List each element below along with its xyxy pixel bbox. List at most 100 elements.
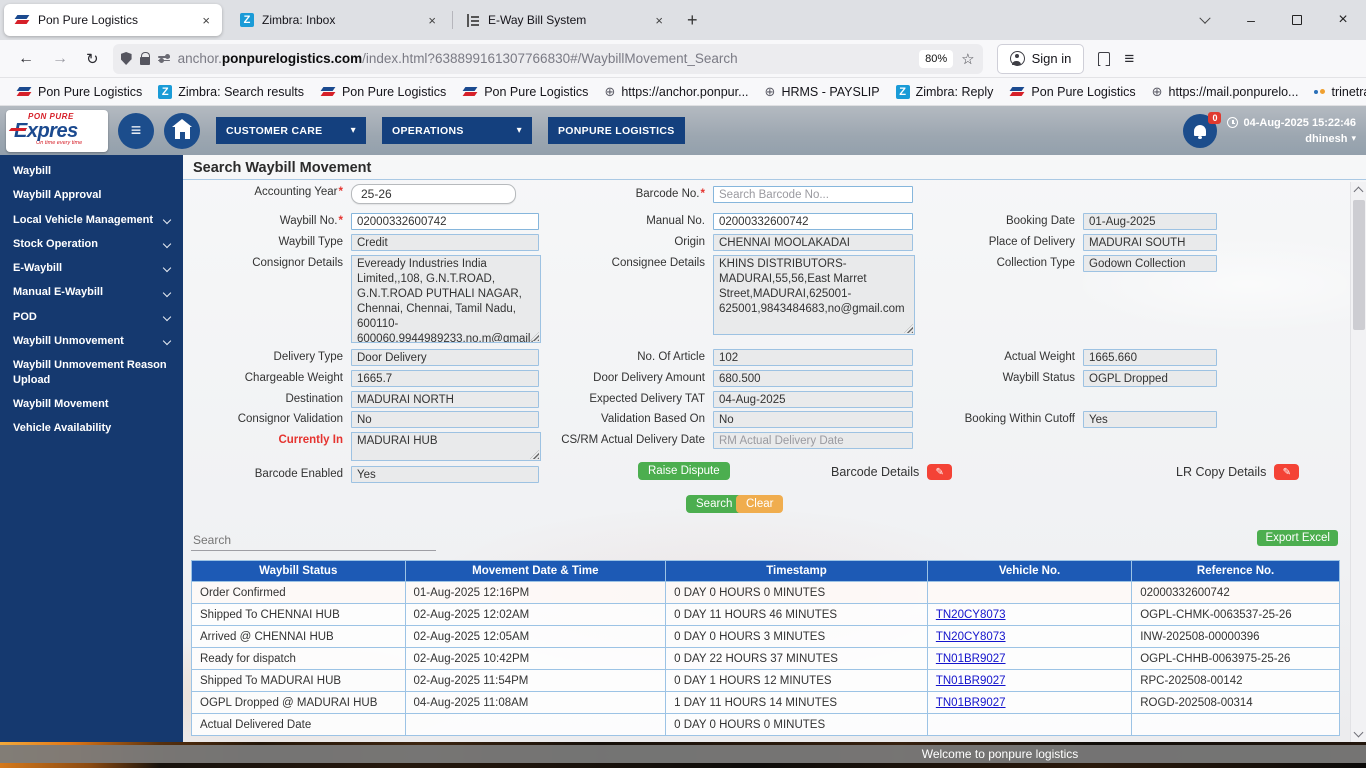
vehicle-link[interactable]: TN20CY8073 [936, 609, 1006, 621]
sidebar-item-waybill-unmovement-reason-upload[interactable]: Waybill Unmovement Reason Upload [0, 353, 183, 392]
reload-button[interactable]: ↻ [86, 50, 99, 68]
bookmark-item[interactable]: trinetra [1308, 82, 1366, 102]
door-delivery-amount-input [713, 370, 913, 387]
col-header-vehicle-no[interactable]: Vehicle No. [926, 560, 1133, 582]
actual-weight-input [1083, 349, 1217, 366]
notifications-button[interactable]: 0 [1183, 111, 1222, 148]
bookmark-item[interactable]: Pon Pure Logistics [10, 82, 148, 102]
scroll-down-icon[interactable] [1353, 727, 1364, 738]
manual-no-input[interactable] [713, 213, 913, 230]
destination-label: Destination [285, 393, 343, 405]
col-header-waybill-status[interactable]: Waybill Status [191, 560, 406, 582]
sidebar-item-manual-e-waybill[interactable]: Manual E-Waybill [0, 280, 183, 304]
close-tab-icon[interactable]: × [426, 13, 438, 28]
tab-pon-pure-logistics[interactable]: Pon Pure Logistics × [4, 4, 222, 36]
sidebar-item-stock-operation[interactable]: Stock Operation [0, 232, 183, 256]
minimize-button[interactable]: – [1228, 12, 1274, 28]
sidebar-item-vehicle-availability[interactable]: Vehicle Availability [0, 416, 183, 440]
nav-customer-care[interactable]: CUSTOMER CARE ▾ [216, 117, 366, 144]
new-tab-button[interactable]: + [675, 10, 710, 31]
vehicle-link[interactable]: TN20CY8073 [936, 631, 1006, 643]
tab-bar: Pon Pure Logistics × Z Zimbra: Inbox × E… [0, 0, 1366, 40]
sidebar-item-waybill-movement[interactable]: Waybill Movement [0, 392, 183, 416]
back-button[interactable]: ← [18, 50, 34, 68]
barcode-no-input[interactable] [713, 186, 913, 203]
pencil-icon: ✎ [1282, 466, 1292, 478]
maximize-button[interactable] [1274, 12, 1320, 28]
background-image-strip: Welcome to ponpure logistics [0, 742, 1366, 768]
table-header-row: Waybill Status Movement Date & Time Time… [191, 560, 1340, 582]
bookmark-item[interactable]: ⊕ https://anchor.ponpur... [598, 82, 754, 102]
bookmark-item[interactable]: Pon Pure Logistics [314, 82, 452, 102]
nav-ponpure-logistics[interactable]: PONPURE LOGISTICS [548, 117, 685, 144]
waybill-status-input [1083, 370, 1217, 387]
table-row: Ready for dispatch 02-Aug-2025 10:42PM 0 D… [191, 647, 1340, 670]
tab-eway-bill[interactable]: E-Way Bill System × [457, 4, 675, 36]
search-button[interactable]: Search [686, 495, 743, 513]
export-excel-button[interactable]: Export Excel [1257, 530, 1338, 546]
url-field[interactable]: anchor.ponpurelogistics.com/index.html?6… [112, 43, 983, 74]
library-icon[interactable] [1098, 51, 1111, 67]
close-window-button[interactable]: × [1320, 11, 1366, 29]
bookmark-item[interactable]: Z Zimbra: Reply [890, 82, 1000, 102]
user-menu[interactable]: dhinesh ▾ [1305, 133, 1356, 145]
zimbra-favicon: Z [158, 84, 173, 99]
vehicle-link[interactable]: TN01BR9027 [936, 653, 1006, 665]
zoom-level-badge[interactable]: 80% [919, 49, 954, 68]
manual-no-label: Manual No. [646, 215, 705, 227]
collection-type-input [1083, 255, 1217, 272]
sign-in-button[interactable]: Sign in [996, 43, 1085, 74]
waybill-status-label: Waybill Status [1002, 372, 1075, 384]
bookmark-item[interactable]: Z Zimbra: Search results [152, 82, 310, 102]
consignee-details-label: Consignee Details [611, 257, 705, 269]
scroll-up-icon[interactable] [1353, 186, 1364, 197]
col-header-movement-date[interactable]: Movement Date & Time [404, 560, 667, 582]
origin-label: Origin [674, 236, 705, 248]
vehicle-link[interactable]: TN01BR9027 [936, 675, 1006, 687]
list-all-tabs-icon[interactable] [1182, 12, 1228, 28]
bookmark-item[interactable]: Pon Pure Logistics [1003, 82, 1141, 102]
tab-zimbra-inbox[interactable]: Z Zimbra: Inbox × [230, 4, 448, 36]
table-search-input[interactable]: Search [191, 530, 436, 551]
raise-dispute-button[interactable]: Raise Dispute [638, 462, 730, 480]
sidebar-item-local-vehicle-management[interactable]: Local Vehicle Management [0, 208, 183, 232]
forward-button[interactable]: → [52, 50, 68, 68]
trinetra-favicon [1314, 89, 1326, 94]
bookmarks-bar: Pon Pure Logistics Z Zimbra: Search resul… [0, 78, 1366, 106]
sidebar-item-waybill-approval[interactable]: Waybill Approval [0, 183, 183, 207]
accounting-year-label: Accounting Year* [254, 186, 343, 198]
accounting-year-select[interactable]: 25-26 [351, 184, 516, 204]
chevron-down-icon [162, 215, 172, 224]
sidebar-item-waybill[interactable]: Waybill [0, 159, 183, 183]
home-button[interactable] [164, 112, 200, 149]
bookmark-item[interactable]: ⊕ HRMS - PAYSLIP [759, 82, 886, 102]
close-tab-icon[interactable]: × [200, 13, 212, 28]
nav-operations[interactable]: OPERATIONS ▾ [382, 117, 532, 144]
bookmark-star-icon[interactable]: ☆ [961, 50, 974, 68]
vehicle-link[interactable]: TN01BR9027 [936, 697, 1006, 709]
lock-icon[interactable] [139, 51, 151, 65]
tracking-shield-icon[interactable] [120, 52, 132, 65]
col-header-reference-no[interactable]: Reference No. [1131, 560, 1340, 582]
permissions-icon[interactable] [157, 54, 170, 63]
sidebar-item-e-waybill[interactable]: E-Waybill [0, 256, 183, 280]
booking-date-label: Booking Date [1005, 215, 1075, 227]
url-text: anchor.ponpurelogistics.com/index.html?6… [177, 51, 738, 66]
bookmark-item[interactable]: Pon Pure Logistics [456, 82, 594, 102]
cs-rm-actual-delivery-date-input[interactable] [713, 432, 913, 449]
table-row: Shipped To CHENNAI HUB 02-Aug-2025 12:02A… [191, 603, 1340, 626]
footer-message: Welcome to ponpure logistics [921, 747, 1079, 761]
sidebar-item-waybill-unmovement[interactable]: Waybill Unmovement [0, 329, 183, 353]
close-tab-icon[interactable]: × [653, 13, 665, 28]
clear-button[interactable]: Clear [736, 495, 784, 513]
scrollbar-thumb[interactable] [1353, 200, 1365, 330]
menu-toggle-button[interactable]: ≡ [118, 112, 154, 149]
waybill-no-input[interactable] [351, 213, 539, 230]
barcode-details-edit-button[interactable]: ✎ [927, 464, 953, 480]
app-menu-icon[interactable]: ≡ [1124, 49, 1138, 69]
lr-copy-details-edit-button[interactable]: ✎ [1274, 464, 1300, 480]
col-header-timestamp[interactable]: Timestamp [665, 560, 928, 582]
bookmark-item[interactable]: ⊕ https://mail.ponpurelo... [1146, 82, 1305, 102]
sidebar-item-pod[interactable]: POD [0, 305, 183, 329]
content-scrollbar[interactable] [1350, 182, 1366, 742]
